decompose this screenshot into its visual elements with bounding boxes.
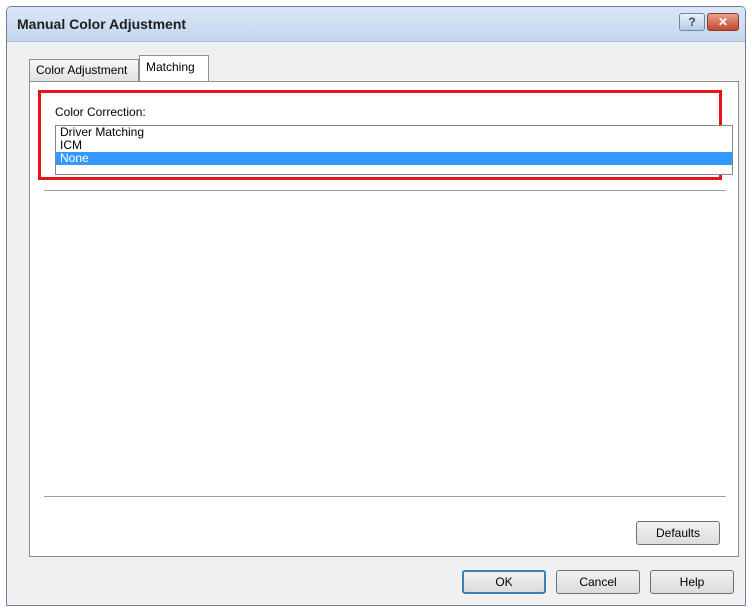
help-icon[interactable]: ? <box>679 13 705 31</box>
help-button[interactable]: Help <box>650 570 734 594</box>
separator <box>44 190 726 194</box>
separator <box>44 496 726 500</box>
option-icm[interactable]: ICM <box>56 139 732 152</box>
close-icon[interactable]: ✕ <box>707 13 739 31</box>
tab-color-adjustment[interactable]: Color Adjustment <box>29 59 139 81</box>
option-none[interactable]: None <box>56 152 732 165</box>
defaults-button[interactable]: Defaults <box>636 521 720 545</box>
cancel-button[interactable]: Cancel <box>556 570 640 594</box>
ok-button[interactable]: OK <box>462 570 546 594</box>
highlight-box: Color Correction: Driver Matching ICM No… <box>38 90 733 180</box>
tab-matching[interactable]: Matching <box>139 55 209 81</box>
title-bar: Manual Color Adjustment ? ✕ <box>7 7 745 42</box>
window-title: Manual Color Adjustment <box>17 16 187 32</box>
matching-panel: Color Correction: Driver Matching ICM No… <box>29 81 739 557</box>
manual-color-adjustment-dialog: Manual Color Adjustment ? ✕ Color Adjust… <box>6 6 746 606</box>
option-driver-matching[interactable]: Driver Matching <box>56 126 732 139</box>
color-correction-listbox[interactable]: Driver Matching ICM None <box>55 125 733 175</box>
color-correction-label: Color Correction: <box>55 105 146 119</box>
